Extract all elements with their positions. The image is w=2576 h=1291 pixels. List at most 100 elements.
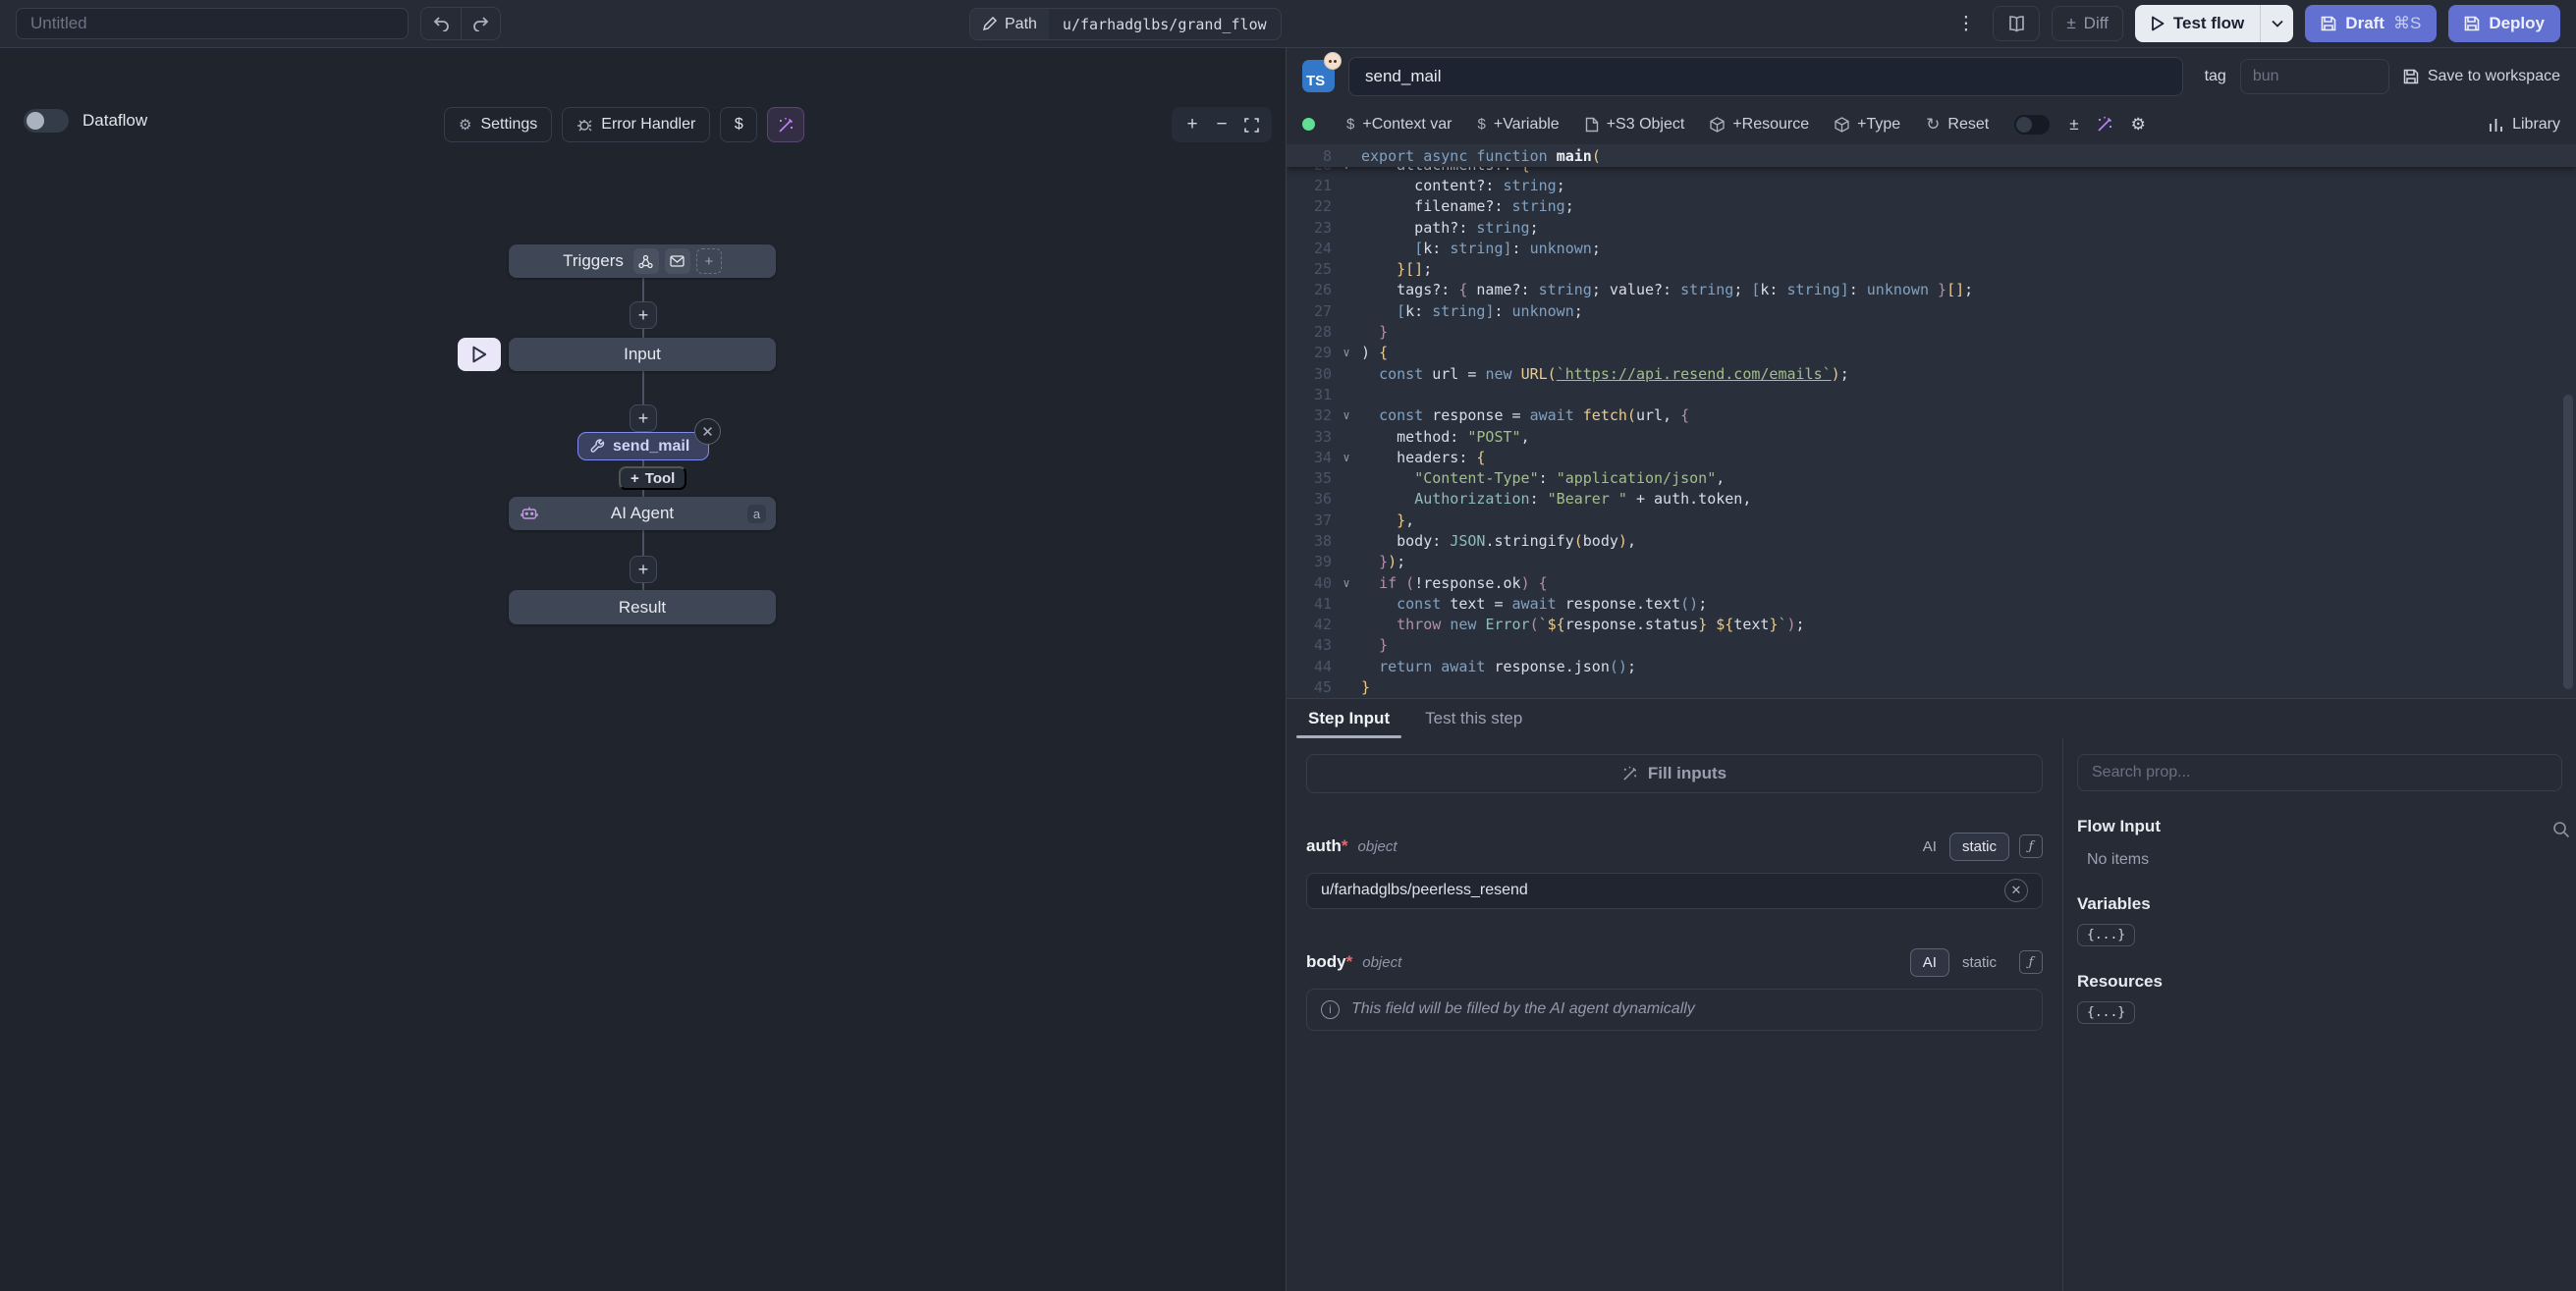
run-input-button[interactable] bbox=[458, 338, 501, 371]
flow-canvas[interactable]: Dataflow ⚙ Settings Error Handler $ + − bbox=[0, 48, 1287, 1291]
save-to-workspace-button[interactable]: Save to workspace bbox=[2403, 68, 2560, 85]
toolbar-item-reset[interactable]: ↻Reset bbox=[1926, 115, 1989, 134]
prop-search-input[interactable] bbox=[2077, 754, 2562, 791]
auth-value-input[interactable]: u/farhadglbs/peerless_resend ✕ bbox=[1306, 873, 2043, 909]
tag-input[interactable] bbox=[2240, 59, 2389, 94]
diff-mini-button[interactable]: ± bbox=[2069, 115, 2078, 134]
tab-step-input[interactable]: Step Input bbox=[1290, 699, 1407, 738]
gear-icon: ⚙ bbox=[459, 116, 471, 134]
toolbar-icon-group: ± ⚙ bbox=[2069, 115, 2146, 134]
diff-button[interactable]: ± Diff bbox=[2052, 6, 2123, 41]
redo-button[interactable] bbox=[461, 8, 500, 39]
code-line-37[interactable]: 37 }, bbox=[1287, 510, 2576, 530]
top-bar: Path u/farhadglbs/grand_flow ⋮ ± Diff Te… bbox=[0, 0, 2576, 48]
code-line-23[interactable]: 23 path?: string; bbox=[1287, 217, 2576, 238]
code-line-26[interactable]: 26 tags?: { name?: string; value?: strin… bbox=[1287, 280, 2576, 300]
add-trigger-button[interactable]: + bbox=[696, 248, 722, 274]
triggers-node[interactable]: Triggers + bbox=[509, 244, 776, 278]
result-node[interactable]: Result bbox=[509, 590, 776, 624]
webhook-trigger-button[interactable] bbox=[633, 248, 659, 274]
code-line-22[interactable]: 22 filename?: string; bbox=[1287, 196, 2576, 217]
code-line-41[interactable]: 41 const text = await response.text(); bbox=[1287, 593, 2576, 614]
zoom-out-button[interactable]: − bbox=[1207, 110, 1236, 139]
zoom-in-button[interactable]: + bbox=[1178, 110, 1207, 139]
toolbar-item--s3-object[interactable]: +S3 Object bbox=[1585, 116, 1685, 134]
insert-step-button[interactable]: + bbox=[630, 404, 657, 432]
typescript-badge: TS bbox=[1302, 60, 1335, 92]
code-line-44[interactable]: 44 return await response.json(); bbox=[1287, 656, 2576, 676]
bug-icon bbox=[576, 117, 592, 133]
remove-tool-button[interactable]: ✕ bbox=[694, 418, 721, 445]
undo-icon bbox=[433, 17, 450, 31]
undo-button[interactable] bbox=[421, 8, 461, 39]
code-line-35[interactable]: 35 "Content-Type": "application/json", bbox=[1287, 467, 2576, 488]
code-line-31[interactable]: 31 bbox=[1287, 384, 2576, 404]
draft-label: Draft bbox=[2345, 14, 2384, 33]
editor-toggle[interactable] bbox=[2014, 115, 2050, 134]
code-line-40[interactable]: 40∨ if (!response.ok) { bbox=[1287, 572, 2576, 593]
object-pill[interactable]: {...} bbox=[2077, 1001, 2135, 1024]
auth-static-option[interactable]: static bbox=[1949, 833, 2009, 861]
toolbar-item--type[interactable]: +Type bbox=[1835, 116, 1900, 134]
code-line-39[interactable]: 39 }); bbox=[1287, 552, 2576, 572]
editor-scrollbar[interactable] bbox=[2563, 395, 2573, 689]
tab-test-this-step[interactable]: Test this step bbox=[1407, 699, 1540, 738]
deploy-button[interactable]: Deploy bbox=[2448, 5, 2560, 42]
toolbar-item--context-var[interactable]: $+Context var bbox=[1346, 116, 1452, 134]
code-line-36[interactable]: 36 Authorization: "Bearer " + auth.token… bbox=[1287, 489, 2576, 510]
code-line-42[interactable]: 42 throw new Error(`${response.status} $… bbox=[1287, 615, 2576, 635]
code-editor[interactable]: 20∨ attachments?: {21 content?: string;2… bbox=[1287, 144, 2576, 698]
step-name-input[interactable] bbox=[1348, 57, 2183, 96]
code-line-24[interactable]: 24 [k: string]: unknown; bbox=[1287, 238, 2576, 258]
code-line-32[interactable]: 32∨ const response = await fetch(url, { bbox=[1287, 405, 2576, 426]
test-flow-button[interactable]: Test flow bbox=[2135, 5, 2260, 42]
expression-mode-icon[interactable]: ƒ bbox=[2019, 834, 2043, 858]
expression-mode-icon[interactable]: ƒ bbox=[2019, 950, 2043, 974]
code-line-21[interactable]: 21 content?: string; bbox=[1287, 175, 2576, 195]
docs-button[interactable] bbox=[1993, 6, 2040, 41]
body-ai-option[interactable]: AI bbox=[1910, 948, 1949, 977]
code-line-29[interactable]: 29∨) { bbox=[1287, 343, 2576, 363]
dataflow-toggle[interactable] bbox=[24, 109, 69, 133]
code-line-28[interactable]: 28 } bbox=[1287, 321, 2576, 342]
auth-ai-option[interactable]: AI bbox=[1910, 833, 1949, 861]
email-trigger-button[interactable] bbox=[665, 248, 690, 274]
flow-summary-input[interactable] bbox=[16, 8, 409, 39]
fit-view-button[interactable] bbox=[1236, 110, 1266, 139]
ai-wand-button[interactable] bbox=[767, 107, 804, 142]
more-menu-button[interactable]: ⋮ bbox=[1950, 13, 1981, 35]
draft-button[interactable]: Draft ⌘S bbox=[2305, 5, 2437, 42]
editor-settings-button[interactable]: ⚙ bbox=[2131, 115, 2146, 134]
insert-step-button[interactable]: + bbox=[630, 301, 657, 329]
code-line-38[interactable]: 38 body: JSON.stringify(body), bbox=[1287, 530, 2576, 551]
code-line-34[interactable]: 34∨ headers: { bbox=[1287, 447, 2576, 467]
body-static-option[interactable]: static bbox=[1949, 948, 2009, 977]
settings-button[interactable]: ⚙ Settings bbox=[444, 107, 552, 142]
wand-icon bbox=[778, 117, 795, 134]
clear-auth-button[interactable]: ✕ bbox=[2004, 879, 2028, 902]
insert-step-button[interactable]: + bbox=[630, 556, 657, 583]
topbar-actions: ⋮ ± Diff Test flow Draft ⌘S Deploy bbox=[1950, 5, 2560, 42]
code-line-43[interactable]: 43 } bbox=[1287, 635, 2576, 656]
object-pill[interactable]: {...} bbox=[2077, 924, 2135, 946]
input-node[interactable]: Input bbox=[509, 338, 776, 371]
send-mail-node[interactable]: send_mail bbox=[577, 432, 709, 460]
code-line-33[interactable]: 33 method: "POST", bbox=[1287, 426, 2576, 447]
toolbar-item--variable[interactable]: $+Variable bbox=[1478, 116, 1560, 134]
toolbar-item--resource[interactable]: +Resource bbox=[1710, 116, 1809, 134]
code-line-45[interactable]: 45} bbox=[1287, 676, 2576, 697]
error-handler-button[interactable]: Error Handler bbox=[562, 107, 710, 142]
test-flow-dropdown[interactable] bbox=[2260, 5, 2293, 42]
search-icon[interactable] bbox=[2552, 821, 2570, 838]
code-line-30[interactable]: 30 const url = new URL(`https://api.rese… bbox=[1287, 363, 2576, 384]
context-var-button[interactable]: $ bbox=[720, 107, 757, 142]
code-line-27[interactable]: 27 [k: string]: unknown; bbox=[1287, 300, 2576, 321]
library-button[interactable]: Library bbox=[2489, 116, 2560, 134]
code-line-25[interactable]: 25 }[]; bbox=[1287, 258, 2576, 279]
add-tool-button[interactable]: + Tool bbox=[619, 466, 686, 490]
ai-agent-node[interactable]: AI Agent a bbox=[509, 497, 776, 530]
ai-wand-button[interactable] bbox=[2097, 116, 2113, 133]
step-editor-panel: TS tag Save to workspace $+Context var$+… bbox=[1287, 48, 2576, 1291]
fill-inputs-button[interactable]: Fill inputs bbox=[1306, 754, 2043, 793]
path-chip[interactable]: Path u/farhadglbs/grand_flow bbox=[969, 8, 1282, 40]
